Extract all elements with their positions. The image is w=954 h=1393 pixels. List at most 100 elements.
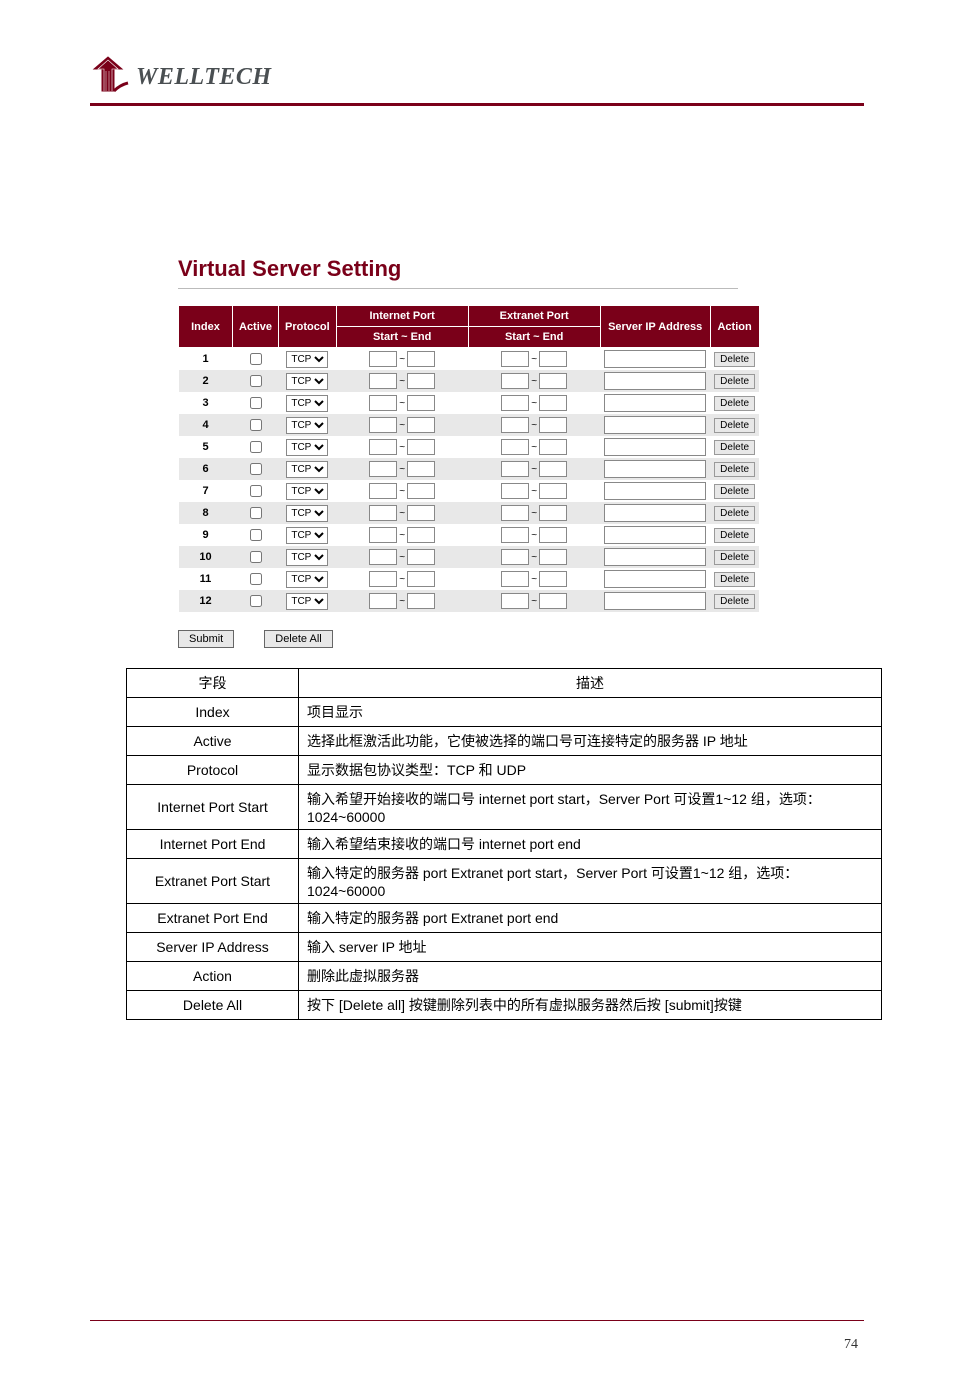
extranet-port-start-input[interactable] bbox=[501, 439, 529, 455]
internet-port-end-input[interactable] bbox=[407, 505, 435, 521]
internet-port-end-input[interactable] bbox=[407, 417, 435, 433]
internet-port-start-input[interactable] bbox=[369, 439, 397, 455]
internet-port-start-input[interactable] bbox=[369, 417, 397, 433]
delete-button[interactable]: Delete bbox=[714, 396, 755, 411]
server-ip-input[interactable] bbox=[604, 372, 706, 390]
delete-button[interactable]: Delete bbox=[714, 550, 755, 565]
delete-button[interactable]: Delete bbox=[714, 484, 755, 499]
active-checkbox[interactable] bbox=[250, 595, 262, 607]
internet-port-end-input[interactable] bbox=[407, 527, 435, 543]
internet-port-start-input[interactable] bbox=[369, 593, 397, 609]
delete-button[interactable]: Delete bbox=[714, 374, 755, 389]
server-ip-input[interactable] bbox=[604, 548, 706, 566]
active-checkbox[interactable] bbox=[250, 573, 262, 585]
protocol-select[interactable]: TCP bbox=[286, 527, 328, 544]
protocol-select[interactable]: TCP bbox=[286, 351, 328, 368]
protocol-select[interactable]: TCP bbox=[286, 593, 328, 610]
extranet-port-end-input[interactable] bbox=[539, 351, 567, 367]
extranet-port-end-input[interactable] bbox=[539, 527, 567, 543]
internet-port-start-input[interactable] bbox=[369, 527, 397, 543]
protocol-select[interactable]: TCP bbox=[286, 461, 328, 478]
active-checkbox[interactable] bbox=[250, 375, 262, 387]
delete-button[interactable]: Delete bbox=[714, 572, 755, 587]
extranet-port-start-input[interactable] bbox=[501, 351, 529, 367]
protocol-select[interactable]: TCP bbox=[286, 439, 328, 456]
internet-port-end-input[interactable] bbox=[407, 351, 435, 367]
extranet-port-end-input[interactable] bbox=[539, 461, 567, 477]
protocol-select[interactable]: TCP bbox=[286, 417, 328, 434]
internet-port-start-input[interactable] bbox=[369, 373, 397, 389]
internet-port-end-input[interactable] bbox=[407, 483, 435, 499]
internet-port-end-input[interactable] bbox=[407, 461, 435, 477]
extranet-port-end-input[interactable] bbox=[539, 373, 567, 389]
protocol-select[interactable]: TCP bbox=[286, 373, 328, 390]
extranet-port-start-input[interactable] bbox=[501, 527, 529, 543]
protocol-select[interactable]: TCP bbox=[286, 483, 328, 500]
internet-port-start-input[interactable] bbox=[369, 505, 397, 521]
active-checkbox[interactable] bbox=[250, 529, 262, 541]
server-ip-input[interactable] bbox=[604, 460, 706, 478]
active-checkbox[interactable] bbox=[250, 507, 262, 519]
extranet-port-start-input[interactable] bbox=[501, 417, 529, 433]
internet-port-end-input[interactable] bbox=[407, 549, 435, 565]
active-checkbox[interactable] bbox=[250, 463, 262, 475]
internet-port-end-input[interactable] bbox=[407, 395, 435, 411]
server-ip-input[interactable] bbox=[604, 592, 706, 610]
internet-port-start-input[interactable] bbox=[369, 395, 397, 411]
extranet-port-end-input[interactable] bbox=[539, 395, 567, 411]
protocol-select[interactable]: TCP bbox=[286, 395, 328, 412]
internet-port-start-input[interactable] bbox=[369, 549, 397, 565]
active-checkbox[interactable] bbox=[250, 551, 262, 563]
server-ip-cell bbox=[600, 546, 710, 568]
extranet-port-end-input[interactable] bbox=[539, 483, 567, 499]
delete-button[interactable]: Delete bbox=[714, 462, 755, 477]
extranet-port-end-input[interactable] bbox=[539, 439, 567, 455]
submit-button[interactable]: Submit bbox=[178, 630, 234, 648]
delete-button[interactable]: Delete bbox=[714, 506, 755, 521]
delete-button[interactable]: Delete bbox=[714, 528, 755, 543]
extranet-port-start-input[interactable] bbox=[501, 483, 529, 499]
active-checkbox[interactable] bbox=[250, 485, 262, 497]
internet-port-end-input[interactable] bbox=[407, 593, 435, 609]
server-ip-input[interactable] bbox=[604, 570, 706, 588]
internet-port-end-input[interactable] bbox=[407, 439, 435, 455]
internet-port-start-input[interactable] bbox=[369, 571, 397, 587]
protocol-select[interactable]: TCP bbox=[286, 505, 328, 522]
internet-port-start-input[interactable] bbox=[369, 351, 397, 367]
extranet-port-end-input[interactable] bbox=[539, 417, 567, 433]
server-ip-input[interactable] bbox=[604, 350, 706, 368]
server-ip-input[interactable] bbox=[604, 394, 706, 412]
server-ip-input[interactable] bbox=[604, 438, 706, 456]
extranet-port-end-input[interactable] bbox=[539, 571, 567, 587]
internet-port-start-input[interactable] bbox=[369, 461, 397, 477]
extranet-port-end-input[interactable] bbox=[539, 549, 567, 565]
delete-all-button[interactable]: Delete All bbox=[264, 630, 332, 648]
delete-button[interactable]: Delete bbox=[714, 594, 755, 609]
tilde-separator: ~ bbox=[529, 574, 539, 585]
delete-button[interactable]: Delete bbox=[714, 418, 755, 433]
internet-port-end-input[interactable] bbox=[407, 571, 435, 587]
active-checkbox[interactable] bbox=[250, 397, 262, 409]
active-checkbox[interactable] bbox=[250, 419, 262, 431]
active-checkbox[interactable] bbox=[250, 353, 262, 365]
extranet-port-start-input[interactable] bbox=[501, 395, 529, 411]
active-checkbox[interactable] bbox=[250, 441, 262, 453]
server-ip-input[interactable] bbox=[604, 482, 706, 500]
protocol-select[interactable]: TCP bbox=[286, 549, 328, 566]
extranet-port-end-input[interactable] bbox=[539, 505, 567, 521]
server-ip-input[interactable] bbox=[604, 526, 706, 544]
extranet-port-start-input[interactable] bbox=[501, 593, 529, 609]
delete-button[interactable]: Delete bbox=[714, 440, 755, 455]
server-ip-input[interactable] bbox=[604, 504, 706, 522]
internet-port-start-input[interactable] bbox=[369, 483, 397, 499]
extranet-port-start-input[interactable] bbox=[501, 571, 529, 587]
internet-port-end-input[interactable] bbox=[407, 373, 435, 389]
protocol-select[interactable]: TCP bbox=[286, 571, 328, 588]
extranet-port-start-input[interactable] bbox=[501, 461, 529, 477]
delete-button[interactable]: Delete bbox=[714, 352, 755, 367]
extranet-port-start-input[interactable] bbox=[501, 549, 529, 565]
extranet-port-start-input[interactable] bbox=[501, 505, 529, 521]
server-ip-input[interactable] bbox=[604, 416, 706, 434]
extranet-port-start-input[interactable] bbox=[501, 373, 529, 389]
extranet-port-end-input[interactable] bbox=[539, 593, 567, 609]
